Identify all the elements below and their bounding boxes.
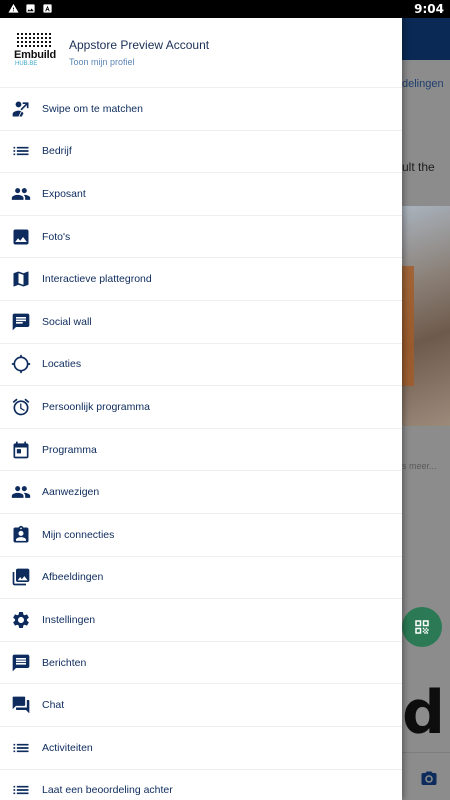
- menu-item-label: Afbeeldingen: [42, 571, 104, 584]
- list-icon: [11, 738, 31, 758]
- menu-item-messages[interactable]: Berichten: [0, 642, 402, 685]
- menu-item-label: Aanwezigen: [42, 486, 100, 499]
- menu-item-label: Social wall: [42, 315, 92, 328]
- menu-item-images[interactable]: Afbeeldingen: [0, 557, 402, 600]
- map-icon: [11, 269, 31, 289]
- gear-icon: [11, 610, 31, 630]
- people-icon: [11, 184, 31, 204]
- alarm-icon: [11, 397, 31, 417]
- warning-icon: [8, 3, 19, 13]
- background-app-bar: [402, 18, 450, 60]
- message-icon: [11, 653, 31, 673]
- menu-item-interactive-map[interactable]: Interactieve plattegrond: [0, 258, 402, 301]
- logo-grid-icon: [17, 33, 51, 47]
- menu-item-my-connections[interactable]: Mijn connecties: [0, 514, 402, 557]
- embuild-logo: Embuild HUB.BE: [14, 33, 56, 73]
- account-name: Appstore Preview Account: [69, 38, 210, 52]
- menu-item-label: Exposant: [42, 187, 86, 200]
- menu-item-locations[interactable]: Locaties: [0, 344, 402, 387]
- background-photo: [402, 206, 450, 426]
- qr-code-icon: [415, 620, 429, 634]
- camera-icon[interactable]: [420, 770, 438, 788]
- menu-item-label: Swipe om te matchen: [42, 102, 143, 115]
- menu-item-activities[interactable]: Activiteiten: [0, 727, 402, 770]
- menu-item-social-wall[interactable]: Social wall: [0, 301, 402, 344]
- status-bar: 9:04: [0, 0, 450, 18]
- menu-item-exhibitor[interactable]: Exposant: [0, 173, 402, 216]
- qr-scan-button[interactable]: [402, 607, 442, 647]
- list-icon: [11, 141, 31, 161]
- chat-bubble-icon: [11, 312, 31, 332]
- forum-icon: [11, 695, 31, 715]
- menu-item-label: Chat: [42, 699, 65, 712]
- menu-item-label: Instellingen: [42, 613, 96, 626]
- menu-item-photos[interactable]: Foto's: [0, 216, 402, 259]
- people-icon: [11, 482, 31, 502]
- background-logo-fragment: d: [402, 678, 445, 748]
- background-link-fragment: delingen: [402, 78, 444, 90]
- menu-item-company[interactable]: Bedrijf: [0, 131, 402, 174]
- photo-library-icon: [11, 567, 31, 587]
- status-icons: [8, 3, 53, 14]
- app-a-icon: [43, 4, 52, 13]
- background-app: delingen ult the s meer... d: [402, 18, 450, 800]
- swipe-match-icon: [11, 99, 31, 119]
- menu-item-label: Berichten: [42, 656, 87, 669]
- drawer-header[interactable]: Embuild HUB.BE Appstore Preview Account …: [0, 18, 402, 88]
- list-icon: [11, 780, 31, 800]
- logo-wordmark: Embuild: [14, 49, 56, 61]
- menu-item-swipe-to-match[interactable]: Swipe om te matchen: [0, 88, 402, 131]
- menu-item-label: Mijn connecties: [42, 528, 115, 541]
- navigation-drawer: Embuild HUB.BE Appstore Preview Account …: [0, 18, 402, 800]
- menu-item-label: Locaties: [42, 358, 82, 371]
- menu-item-personal-program[interactable]: Persoonlijk programma: [0, 386, 402, 429]
- image-icon: [26, 4, 35, 13]
- drawer-menu: Swipe om te matchen Bedrijf Exposant Fot…: [0, 88, 402, 800]
- crosshair-icon: [11, 354, 31, 374]
- menu-item-program[interactable]: Programma: [0, 429, 402, 472]
- contact-card-icon: [11, 525, 31, 545]
- menu-item-leave-review[interactable]: Laat een beoordeling achter: [0, 770, 402, 800]
- background-more-fragment: s meer...: [402, 461, 437, 471]
- menu-item-chat[interactable]: Chat: [0, 684, 402, 727]
- photo-icon: [11, 227, 31, 247]
- background-bottom-nav: [402, 752, 450, 800]
- menu-item-label: Programma: [42, 443, 97, 456]
- menu-item-attendees[interactable]: Aanwezigen: [0, 471, 402, 514]
- logo-subtext: HUB.BE: [15, 61, 38, 67]
- menu-item-label: Persoonlijk programma: [42, 400, 150, 413]
- menu-item-label: Laat een beoordeling achter: [42, 784, 173, 797]
- status-time: 9:04: [414, 2, 444, 16]
- menu-item-settings[interactable]: Instellingen: [0, 599, 402, 642]
- calendar-icon: [11, 440, 31, 460]
- menu-item-label: Interactieve plattegrond: [42, 273, 152, 286]
- menu-item-label: Foto's: [42, 230, 71, 243]
- background-text-fragment: ult the: [402, 160, 435, 174]
- view-profile-link[interactable]: Toon mijn profiel: [69, 57, 135, 67]
- menu-item-label: Bedrijf: [42, 145, 72, 158]
- menu-item-label: Activiteiten: [42, 741, 93, 754]
